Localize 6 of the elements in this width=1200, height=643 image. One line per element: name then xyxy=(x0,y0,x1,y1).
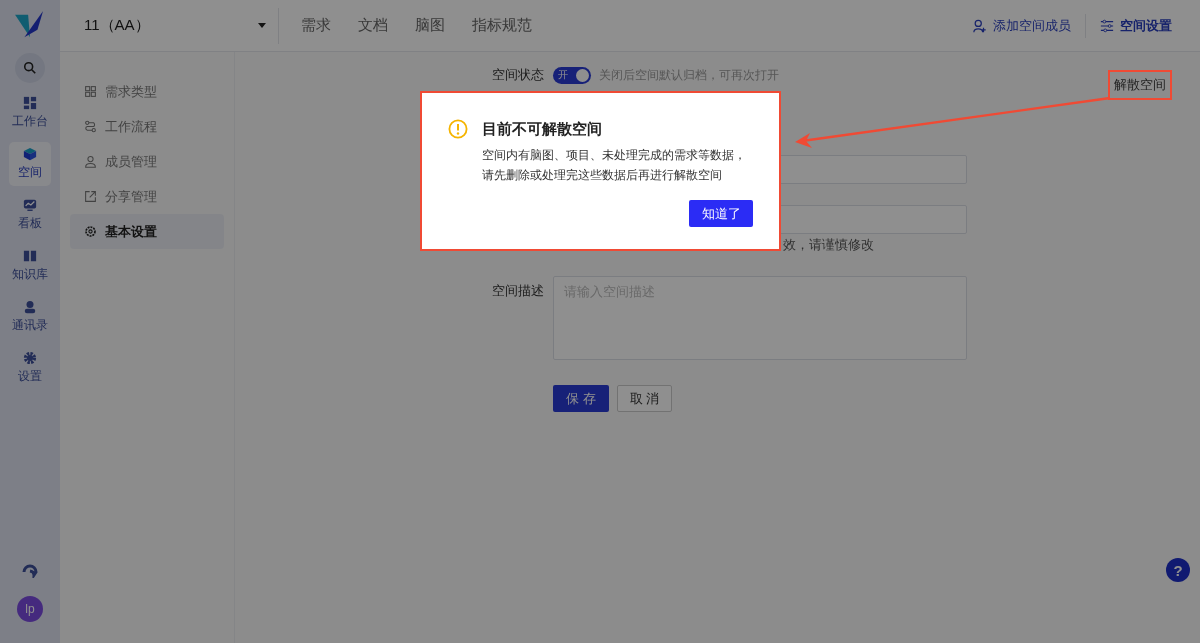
field-hint: 效，请谨慎修改 xyxy=(782,236,874,254)
dialog-message: 空间内有脑图、项目、未处理完成的需求等数据， xyxy=(482,147,747,164)
dialog-title: 目前不可解散空间 xyxy=(482,119,602,139)
field-label: 空间描述 xyxy=(491,282,544,300)
dialog-message: 请先删除或处理完这些数据后再进行解散空间 xyxy=(482,167,723,184)
field-label: 空间状态 xyxy=(491,66,544,84)
